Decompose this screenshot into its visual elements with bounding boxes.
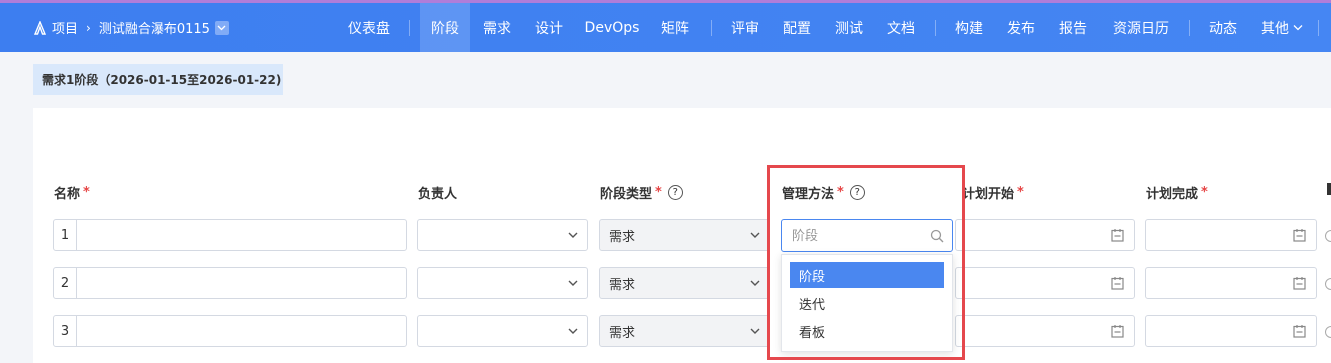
row-index: 1 [54, 220, 77, 250]
column-header-owner: 负责人 [418, 187, 458, 202]
required-mark: * [1017, 185, 1024, 200]
plan-end-date-row-3[interactable] [1145, 315, 1317, 347]
nav-divider [409, 20, 410, 36]
help-icon[interactable]: ? [667, 185, 683, 200]
calendar-icon [1111, 277, 1124, 290]
chevron-down-icon [1293, 25, 1303, 31]
nav-item-more[interactable]: 其他 [1252, 3, 1312, 52]
calendar-icon [1111, 229, 1124, 242]
stage-type-value: 需求 [609, 325, 636, 341]
column-header-plan-start: 计划开始 * [962, 185, 1024, 202]
nav-item-test[interactable]: 测试 [826, 3, 872, 52]
owner-select-row-1[interactable] [417, 219, 588, 251]
nav-item-dashboard[interactable]: 仪表盘 [339, 3, 399, 52]
method-search-box[interactable] [781, 219, 953, 253]
column-header-plan-end: 计划完成 * [1146, 185, 1208, 202]
name-input-row-3[interactable]: 3 [53, 315, 407, 347]
required-mark: * [83, 185, 90, 200]
row-radio-row-1[interactable] [1325, 230, 1331, 242]
calendar-icon [1293, 229, 1306, 242]
help-icon[interactable]: ? [849, 185, 865, 200]
nav-item-review[interactable]: 评审 [722, 3, 768, 52]
calendar-icon [1293, 325, 1306, 338]
plan-start-date-row-1[interactable] [955, 219, 1135, 251]
nav-item-release[interactable]: 发布 [998, 3, 1044, 52]
nav-item-docs[interactable]: 文档 [878, 3, 924, 52]
required-mark: * [1201, 185, 1208, 200]
column-header-stage-type: 阶段类型 * ? [600, 183, 683, 202]
chevron-down-icon [750, 232, 760, 238]
nav-item-design[interactable]: 设计 [526, 3, 572, 52]
stage-type-select-row-3[interactable]: 需求 [599, 315, 770, 347]
method-dropdown-menu: 阶段 迭代 看板 [781, 254, 953, 352]
row-index: 2 [54, 268, 77, 298]
row-radio-row-3[interactable] [1325, 326, 1331, 338]
column-header-name: 名称 * [54, 185, 90, 202]
nav-divider [935, 20, 936, 36]
nav-item-activity[interactable]: 动态 [1200, 3, 1246, 52]
main-nav: 仪表盘 阶段 需求 设计 DevOps 矩阵 评审 配置 测试 文档 构建 发布… [0, 3, 1331, 52]
owner-select-row-3[interactable] [417, 315, 588, 347]
nav-item-config[interactable]: 配置 [774, 3, 820, 52]
chevron-down-icon [750, 280, 760, 286]
nav-item-requirement[interactable]: 需求 [474, 3, 520, 52]
nav-divider [1189, 20, 1190, 36]
nav-divider [711, 20, 712, 36]
column-header-method: 管理方法 * ? [782, 183, 865, 202]
search-icon [930, 229, 944, 243]
plan-end-date-row-2[interactable] [1145, 267, 1317, 299]
chevron-down-icon [568, 232, 578, 238]
column-header-cut-off [1327, 183, 1331, 195]
chevron-down-icon [568, 280, 578, 286]
nav-item-report[interactable]: 报告 [1050, 3, 1096, 52]
stage-type-value: 需求 [609, 277, 636, 293]
calendar-icon [1293, 277, 1306, 290]
method-search-input[interactable] [790, 220, 929, 253]
name-input-row-2[interactable]: 2 [53, 267, 407, 299]
stage-type-select-row-1[interactable]: 需求 [599, 219, 770, 251]
chevron-down-icon [568, 328, 578, 334]
nav-item-build[interactable]: 构建 [946, 3, 992, 52]
row-index: 3 [54, 316, 77, 346]
calendar-icon [1111, 325, 1124, 338]
nav-divider [1318, 20, 1319, 36]
row-radio-row-2[interactable] [1325, 278, 1331, 290]
stage-type-select-row-2[interactable]: 需求 [599, 267, 770, 299]
required-mark: * [655, 185, 662, 200]
top-navbar: 项目 › 测试融合瀑布0115 仪表盘 阶段 需求 设计 DevOps 矩阵 评… [0, 0, 1331, 52]
plan-start-date-row-3[interactable] [955, 315, 1135, 347]
stage-title: 需求1阶段（2026-01-15至2026-01-22) [33, 64, 283, 95]
stage-type-value: 需求 [609, 229, 636, 245]
nav-item-stage[interactable]: 阶段 [420, 3, 470, 52]
method-option-iteration[interactable]: 迭代 [790, 290, 944, 316]
plan-end-date-row-1[interactable] [1145, 219, 1317, 251]
plan-start-date-row-2[interactable] [955, 267, 1135, 299]
nav-item-matrix[interactable]: 矩阵 [652, 3, 698, 52]
required-mark: * [837, 185, 844, 200]
nav-item-resource-calendar[interactable]: 资源日历 [1104, 3, 1178, 52]
owner-select-row-2[interactable] [417, 267, 588, 299]
method-option-kanban[interactable]: 看板 [790, 318, 944, 344]
nav-item-devops[interactable]: DevOps [580, 3, 644, 52]
method-option-stage[interactable]: 阶段 [790, 262, 944, 288]
name-input-row-1[interactable]: 1 [53, 219, 407, 251]
chevron-down-icon [750, 328, 760, 334]
